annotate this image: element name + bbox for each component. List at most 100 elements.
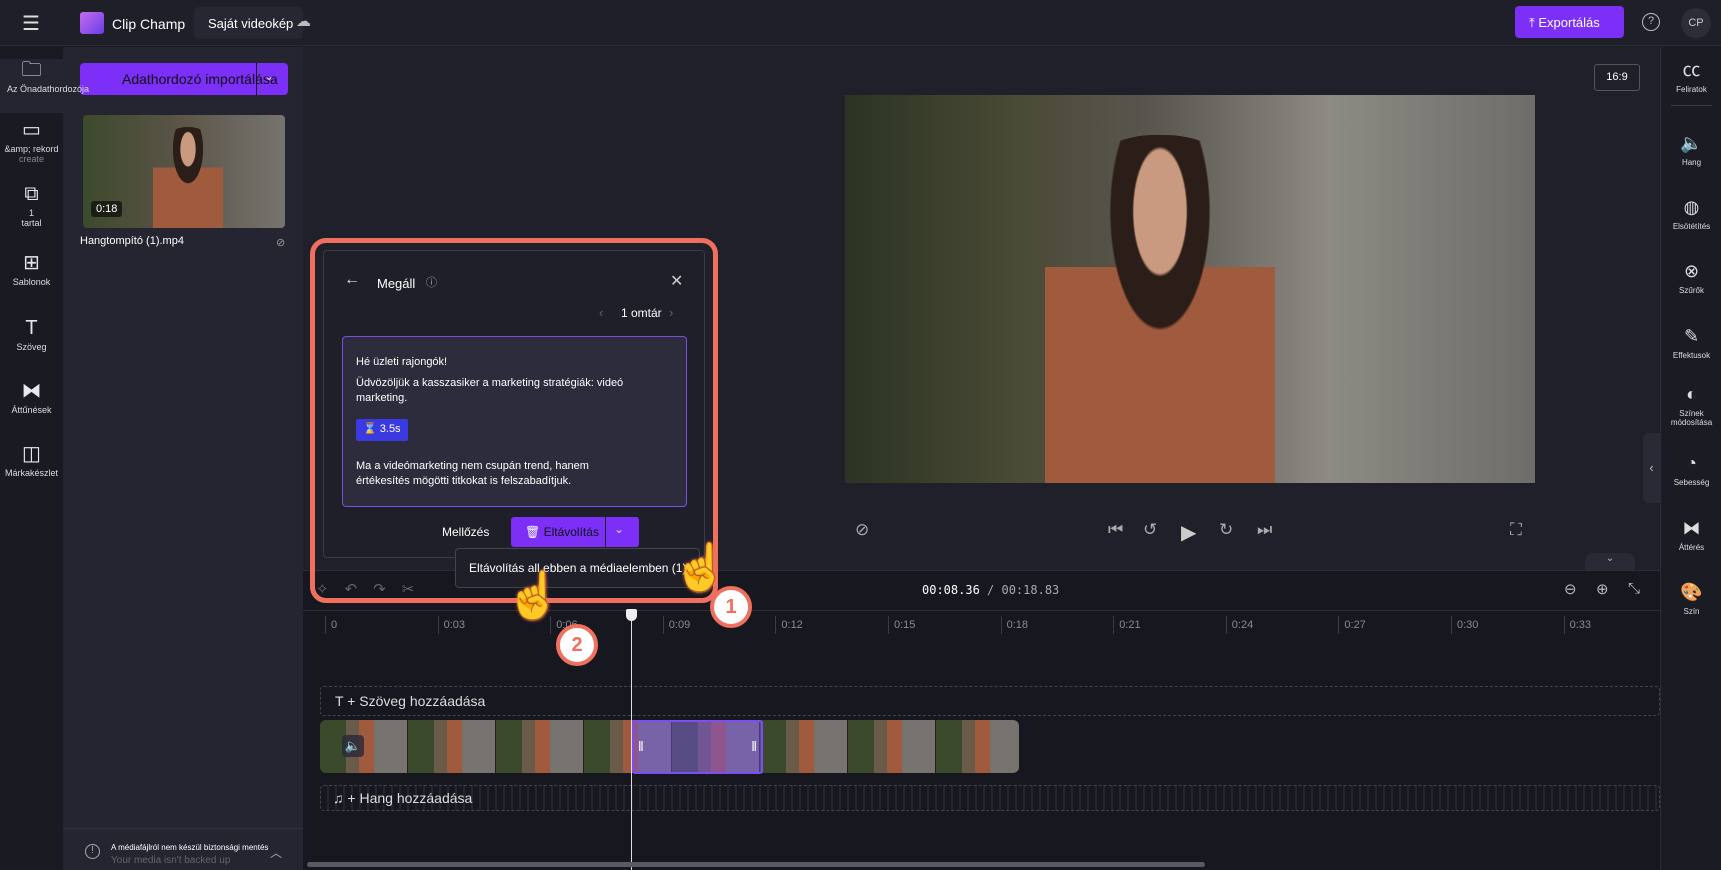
panel-title: Megáll (377, 276, 416, 291)
rail-item-your-media[interactable]: 🗀 Az Önadathordozója (0, 59, 89, 113)
content-library-icon: ⧉ (24, 183, 39, 205)
sidebar-item-audio[interactable]: 🔈 Hang (1661, 132, 1721, 167)
transcript-line: Üdvözöljük a kasszasiker a marketing str… (356, 377, 624, 404)
sidebar-item-effects[interactable]: ✎ Effektusok (1661, 325, 1721, 360)
captions-off-icon[interactable]: ⊘ (855, 520, 869, 540)
ignore-button[interactable]: Mellőzés (442, 525, 489, 539)
fullscreen-icon[interactable]: ⛶ (1510, 520, 1522, 540)
ruler-tick: 0:30 (1451, 616, 1478, 634)
rail-item-record[interactable]: ▭ &amp; rekord create (0, 119, 63, 164)
sidebar-label: Szín (1683, 607, 1700, 616)
info-icon: ⓘ (426, 277, 437, 289)
next-chevron-icon[interactable]: › (669, 305, 673, 320)
export-button[interactable]: ⤒ Exportálás (1515, 6, 1624, 38)
pause-badge[interactable]: ⌛ 3.5s (356, 419, 408, 441)
add-audio-track[interactable]: ♫ + Hang hozzáadása (320, 785, 1660, 811)
divider (63, 828, 303, 829)
sidebar-item-transition[interactable]: ⧓ Áttérés (1661, 517, 1721, 552)
ruler-tick: 0:18 (1000, 616, 1028, 634)
sidebar-item-adjust-colors[interactable]: ◐ Színek módosítása (1661, 383, 1721, 427)
video-camera-icon: ▭ (22, 119, 41, 141)
transcript-box: Hé üzleti rajongók! Üdvözöljük a kasszas… (342, 336, 687, 507)
rail-label: Márkakészlet (4, 468, 58, 478)
playhead-handle[interactable] (626, 609, 637, 621)
ruler-tick: 0:27 (1338, 616, 1366, 634)
previous-frame-icon[interactable]: ⏮ (1108, 520, 1123, 540)
rail-label: Szöveg (16, 342, 47, 352)
backup-notice-underlay: Your media isn't backed up (111, 855, 231, 866)
rail-label: Áttűnések (11, 405, 52, 415)
cc-icon: ㏄ (1682, 60, 1701, 80)
hamburger-menu-icon[interactable]: ☰ (22, 11, 40, 36)
avatar[interactable]: CP (1681, 8, 1711, 38)
trim-handle-left[interactable]: ‖ (638, 738, 644, 754)
previous-chevron-icon[interactable]: ‹ (599, 305, 603, 320)
aspect-ratio-button[interactable]: 16:9 (1594, 64, 1640, 91)
next-frame-icon[interactable]: ⏭ (1257, 520, 1272, 540)
sidebar-item-fade[interactable]: ◍ Elsötétítés (1661, 196, 1721, 231)
cloud-off-icon: ☁ (296, 13, 311, 30)
ruler-tick: 0:24 (1225, 616, 1253, 634)
sidebar-item-color[interactable]: 🎨 Szín (1661, 581, 1721, 616)
add-audio-label: + Hang hozzáadása (347, 790, 473, 806)
step-badge: 1 (710, 586, 752, 628)
add-text-track[interactable]: T + Szöveg hozzáadása (320, 686, 1660, 716)
text-icon: T (25, 317, 38, 339)
zoom-in-icon[interactable]: ⊕ (1596, 580, 1609, 598)
fit-timeline-icon[interactable]: ⤡ (1628, 580, 1640, 597)
rail-item-text[interactable]: T Szöveg (0, 317, 63, 352)
transition-icon: ⧓ (1682, 518, 1701, 538)
ruler-tick: 0:15 (888, 616, 915, 634)
app-name: Clip Champ (112, 16, 186, 32)
forward-5-icon[interactable]: ↻ (1219, 520, 1233, 540)
remove-options-chevron-icon[interactable]: ⌄ (614, 522, 624, 536)
timeline-toolbar-icons[interactable]: ✧↶↷✂ (316, 580, 430, 598)
horizontal-scrollbar[interactable] (307, 862, 1205, 867)
chevron-up-icon[interactable]: ︿ (270, 844, 282, 861)
chevron-down-icon[interactable]: ⌄ (264, 69, 274, 83)
step-badge: 2 (556, 624, 598, 666)
export-label: Exportálás (1538, 15, 1600, 30)
back-arrow-icon[interactable]: ← (344, 271, 360, 289)
remove-label: Eltávolítás (543, 525, 599, 539)
selected-silence-segment[interactable]: ‖ ‖ (632, 720, 763, 774)
close-icon[interactable]: ✕ (670, 271, 683, 291)
transcript-line: Ma a videómarketing nem csupán trend, ha… (356, 460, 589, 487)
rail-item-templates[interactable]: ⊞ Sablonok (0, 252, 63, 287)
music-note-icon: ♫ (333, 790, 348, 806)
time-display: 00:08.36 / 00:18.83 (922, 583, 1059, 597)
silence-removal-panel: ← Megáll ⓘ ✕ ‹ 1 omtár › Hé üzleti rajon… (323, 250, 705, 558)
duration-badge: 0:18 (91, 201, 123, 217)
sidebar-item-captions[interactable]: ㏄ Feliratok (1661, 59, 1721, 94)
sidebar-item-speed[interactable]: ◔ Sebesség (1661, 452, 1721, 487)
current-time: 00:08.36 (922, 583, 980, 597)
project-title[interactable]: Saját videokép (194, 7, 304, 39)
rail-item-transitions[interactable]: ⧓ Áttűnések (0, 380, 63, 415)
hourglass-icon: ⌛ (363, 423, 380, 435)
palette-icon: 🎨 (1680, 582, 1703, 602)
magic-wand-icon: ✎ (1683, 326, 1700, 346)
video-preview[interactable] (845, 95, 1535, 483)
remove-all-menu-item[interactable]: Eltávolítás all ebben a médiaelemben (1) (455, 548, 700, 588)
collapse-timeline-chevron-icon[interactable]: ⌄ (1585, 553, 1635, 570)
ruler-tick: 0:03 (437, 616, 465, 634)
templates-icon: ⊞ (23, 252, 40, 274)
rail-item-content-library[interactable]: ⧉ 1 tartal (0, 183, 63, 228)
sidebar-item-filters[interactable]: ⊗ Szűrők (1661, 260, 1721, 295)
zoom-out-icon[interactable]: ⊖ (1564, 580, 1577, 598)
rail-item-brand-kit[interactable]: ◫ Márkakészlet (0, 443, 63, 478)
top-bar: ☰ Clip Champ Saját videokép ☁ ⤒ Exportál… (0, 0, 1721, 46)
collapse-panel-chevron-icon[interactable]: ‹ (1643, 433, 1660, 503)
brand-kit-icon: ◫ (22, 443, 41, 465)
sidebar-label: Elsötétítés (1672, 222, 1711, 231)
help-icon[interactable]: ? (1642, 13, 1660, 31)
pause-duration: 3.5s (379, 423, 401, 435)
play-icon[interactable]: ▶ (1181, 520, 1196, 545)
trash-icon: 🗑 (525, 525, 544, 539)
sidebar-label: Hang (1681, 158, 1702, 167)
trim-handle-right[interactable]: ‖ (751, 738, 757, 754)
media-thumbnail[interactable]: 0:18 (83, 115, 285, 228)
clip-audio-icon[interactable]: 🔈 (342, 735, 364, 757)
rewind-5-icon[interactable]: ↺ (1143, 520, 1157, 540)
playhead[interactable] (631, 612, 632, 870)
